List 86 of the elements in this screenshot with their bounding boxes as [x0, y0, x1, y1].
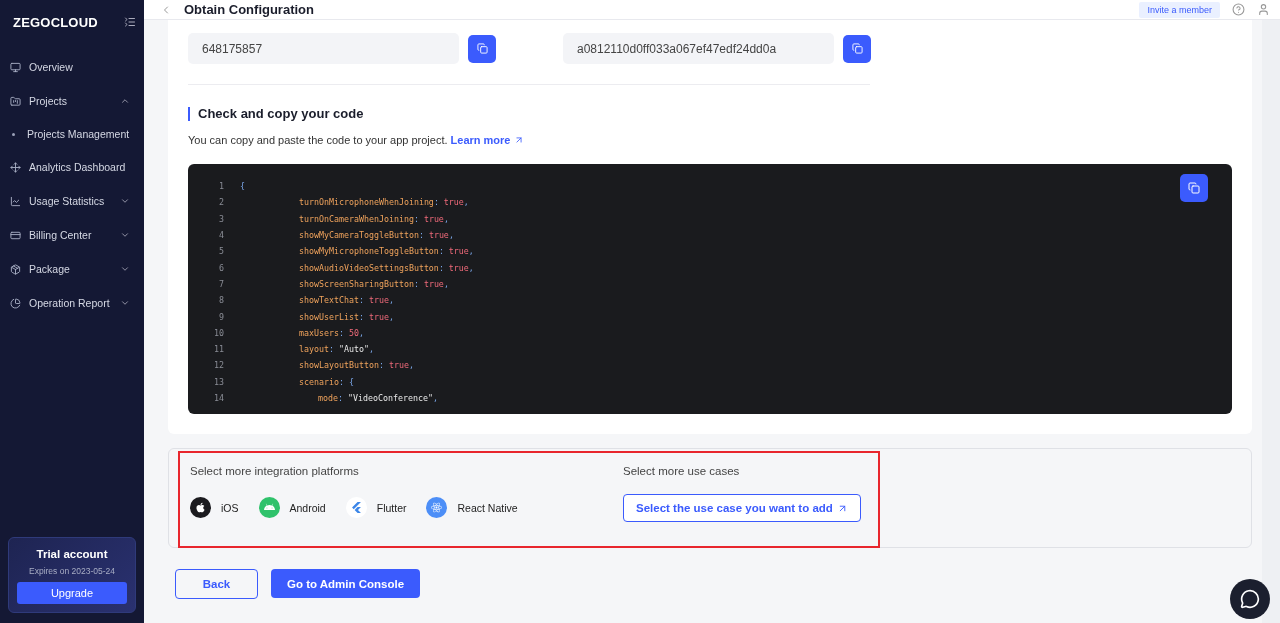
- android-icon: [258, 497, 280, 518]
- section-heading: Check and copy your code: [188, 107, 1232, 121]
- line-number: 7: [218, 278, 224, 289]
- code-line: showMyCameraToggleButton: true,: [299, 230, 454, 241]
- atom-icon: [426, 497, 448, 518]
- line-number: 5: [218, 246, 224, 257]
- chevron-down-icon: [120, 264, 130, 274]
- sidebar-item[interactable]: Analytics Dashboard: [0, 150, 144, 184]
- line-number: 13: [213, 376, 224, 387]
- page-title: Obtain Configuration: [184, 3, 315, 16]
- code-line: layout: "Auto",: [299, 344, 374, 355]
- code-line: showAudioVideoSettingsButton: true,: [299, 262, 474, 273]
- line-number: 14: [213, 393, 224, 403]
- code-line: showMyMicrophoneToggleButton: true,: [299, 246, 474, 257]
- input-field[interactable]: a0812110d0ff033a067ef47edf24dd0a: [563, 33, 834, 64]
- line-number: 2: [218, 197, 224, 208]
- line-chart-icon: [10, 195, 21, 207]
- invite-button[interactable]: Invite a member: [1139, 1, 1220, 18]
- copy-icon: [1188, 182, 1200, 194]
- line-number: 6: [218, 262, 224, 273]
- scrollbar[interactable]: [1262, 20, 1280, 623]
- sidebar-item[interactable]: Overview: [0, 50, 144, 84]
- chevron-up-icon: [120, 96, 130, 106]
- chat-button[interactable]: [1230, 579, 1270, 619]
- back-button[interactable]: Back: [175, 569, 258, 599]
- copy-button[interactable]: [843, 34, 871, 63]
- chevron-down-icon: [120, 298, 130, 308]
- expiry-date: Expires on 2023-05-24: [29, 566, 115, 576]
- chevron-down-icon: [120, 196, 130, 206]
- sidebar-item[interactable]: Projects: [0, 84, 144, 118]
- use-cases-title: Select more use cases: [623, 465, 741, 477]
- copy-icon: [851, 43, 863, 54]
- line-number: 8: [218, 295, 224, 306]
- sidebar-item[interactable]: Billing Center: [0, 218, 144, 252]
- code-line: showTextChat: true,: [299, 295, 394, 306]
- platform-option[interactable]: Android: [258, 497, 326, 518]
- learn-more-link[interactable]: Learn more: [450, 134, 525, 146]
- collapse-sidebar-icon[interactable]: [124, 16, 136, 28]
- code-line: showLayoutButton: true,: [299, 360, 414, 371]
- line-number: 11: [213, 344, 224, 355]
- package-icon: [10, 263, 21, 275]
- line-number: 4: [218, 230, 224, 241]
- pie-chart-icon: [10, 297, 21, 309]
- line-number: 1: [218, 181, 224, 192]
- admin-console-button[interactable]: Go to Admin Console: [271, 569, 421, 598]
- code-line: turnOnMicrophoneWhenJoining: true,: [299, 197, 469, 208]
- copy-button[interactable]: [468, 34, 496, 63]
- line-number: 10: [213, 327, 224, 338]
- monitor-icon: [10, 61, 21, 73]
- help-icon[interactable]: [1232, 3, 1245, 16]
- sidebar-subitem[interactable]: Projects Management: [27, 128, 130, 140]
- platform-option[interactable]: Flutter: [345, 497, 407, 518]
- platforms-title: Select more integration platforms: [190, 465, 360, 477]
- code-line: maxUsers: 50,: [299, 327, 364, 338]
- sidebar-item[interactable]: Usage Statistics: [0, 184, 144, 218]
- logo[interactable]: ZEGOCLOUD: [13, 14, 98, 30]
- upgrade-button[interactable]: Upgrade: [17, 582, 127, 604]
- platform-option[interactable]: iOS: [190, 497, 239, 518]
- code-line: showUserList: true,: [299, 311, 394, 322]
- platform-option[interactable]: React Native: [426, 497, 518, 518]
- flutter-icon: [345, 497, 367, 518]
- sidebar-item[interactable]: Operation Report: [0, 286, 144, 320]
- code-line: mode: "VideoConference",: [318, 393, 438, 403]
- code-line: scenario: {: [299, 376, 354, 387]
- line-number: 9: [218, 311, 224, 322]
- add-use-case-button[interactable]: Select the use case you want to add: [623, 494, 861, 522]
- external-arrow-icon: [514, 135, 525, 145]
- chevron-down-icon: [120, 230, 130, 240]
- code-line: turnOnCameraWhenJoining: true,: [299, 213, 449, 224]
- line-number: 12: [213, 360, 224, 371]
- description: You can copy and paste the code to your app project. Learn more: [188, 134, 1232, 146]
- chat-bubble-icon: [1240, 589, 1260, 609]
- cross-arrows-icon: [10, 161, 21, 173]
- copy-icon: [476, 43, 488, 54]
- code-line: {: [240, 181, 245, 192]
- sidebar-item[interactable]: Package: [0, 252, 144, 286]
- copy-button[interactable]: [1180, 174, 1208, 202]
- apple-icon: [190, 497, 211, 518]
- avatar-icon[interactable]: [1257, 3, 1270, 16]
- bullet-icon: [12, 132, 15, 136]
- code-line: showScreenSharingButton: true,: [299, 278, 449, 289]
- credit-card-icon: [10, 229, 21, 241]
- trial-title: Trial account: [36, 548, 108, 560]
- folder-icon: [10, 95, 21, 107]
- input-field[interactable]: 648175857: [188, 33, 459, 64]
- line-number: 3: [218, 213, 224, 224]
